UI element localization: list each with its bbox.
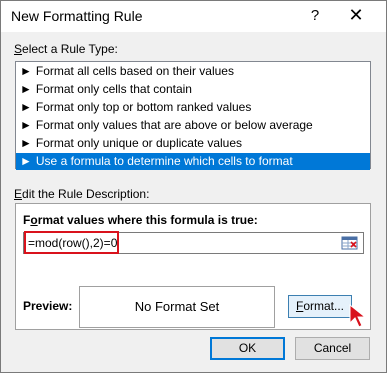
range-selector-icon[interactable] bbox=[340, 234, 360, 252]
formula-input[interactable] bbox=[24, 233, 336, 253]
title-bar: New Formatting Rule ? ✕ bbox=[1, 1, 386, 32]
rule-bullet-icon: ► bbox=[20, 64, 32, 78]
close-button[interactable]: ✕ bbox=[341, 3, 371, 27]
rule-bullet-icon: ► bbox=[20, 136, 32, 150]
rule-bullet-icon: ► bbox=[20, 82, 32, 96]
preview-box: No Format Set bbox=[79, 286, 275, 328]
edit-description-label: Edit the Rule Description: bbox=[14, 187, 150, 201]
cancel-button[interactable]: Cancel bbox=[295, 337, 370, 360]
mouse-cursor-icon bbox=[348, 303, 370, 332]
rule-item-all-cells[interactable]: ► Format all cells based on their values bbox=[16, 63, 370, 80]
rule-item-above-below-average[interactable]: ► Format only values that are above or be… bbox=[16, 117, 370, 134]
rule-item-unique-duplicate[interactable]: ► Format only unique or duplicate values bbox=[16, 135, 370, 152]
ok-button[interactable]: OK bbox=[210, 337, 285, 360]
rule-type-label: Select a Rule Type: bbox=[14, 42, 118, 56]
rule-item-cells-contain[interactable]: ► Format only cells that contain bbox=[16, 81, 370, 98]
formula-label: Format values where this formula is true… bbox=[23, 213, 258, 227]
dialog-title: New Formatting Rule bbox=[11, 8, 143, 24]
preview-label: Preview: bbox=[23, 299, 73, 313]
rule-item-top-bottom[interactable]: ► Format only top or bottom ranked values bbox=[16, 99, 370, 116]
rule-bullet-icon: ► bbox=[20, 154, 32, 168]
format-button[interactable]: Format... bbox=[288, 295, 352, 318]
rule-bullet-icon: ► bbox=[20, 100, 32, 114]
new-formatting-rule-dialog: New Formatting Rule ? ✕ Select a Rule Ty… bbox=[0, 0, 387, 373]
help-button[interactable]: ? bbox=[304, 6, 326, 26]
rule-bullet-icon: ► bbox=[20, 118, 32, 132]
rule-item-use-formula[interactable]: ► Use a formula to determine which cells … bbox=[16, 153, 370, 170]
preview-text: No Format Set bbox=[134, 299, 220, 314]
formula-field[interactable] bbox=[23, 232, 364, 254]
rule-type-list[interactable]: ► Format all cells based on their values … bbox=[15, 61, 371, 170]
